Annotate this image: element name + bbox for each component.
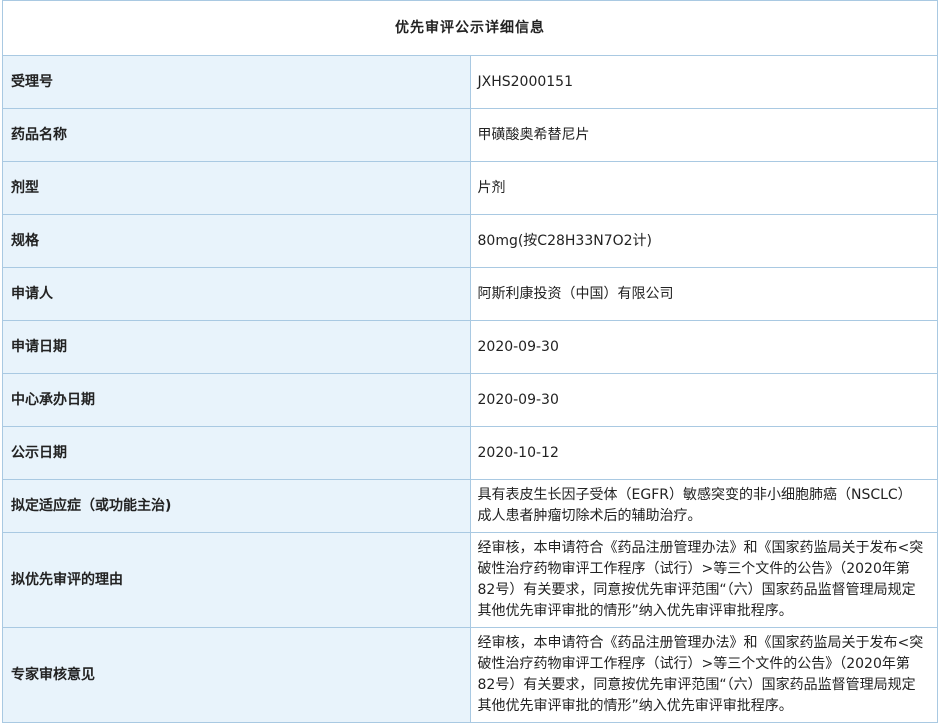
row-label: 拟定适应症（或功能主治) (2, 479, 471, 533)
row-label: 规格 (2, 214, 471, 268)
table-row-priority-reason: 拟优先审评的理由 经审核，本申请符合《药品注册管理办法》和《国家药监局关于发布<… (2, 532, 938, 628)
row-value: 2020-10-12 (469, 426, 938, 480)
row-value: 2020-09-30 (469, 320, 938, 374)
table-row-indication: 拟定适应症（或功能主治) 具有表皮生长因子受体（EGFR）敏感突变的非小细胞肺癌… (2, 479, 938, 533)
row-value: 片剂 (469, 161, 938, 215)
row-value: 阿斯利康投资（中国）有限公司 (469, 267, 938, 321)
table-row-application-date: 申请日期 2020-09-30 (2, 320, 938, 374)
title-row: 优先审评公示详细信息 (2, 0, 938, 56)
row-value: 具有表皮生长因子受体（EGFR）敏感突变的非小细胞肺癌（NSCLC）成人患者肿瘤… (469, 479, 938, 533)
row-value: 80mg(按C28H33N7O2计) (469, 214, 938, 268)
page-title: 优先审评公示详细信息 (2, 0, 938, 56)
detail-table: 优先审评公示详细信息 受理号 JXHS2000151 药品名称 甲磺酸奥希替尼片… (2, 0, 938, 723)
table-row-expert-opinion: 专家审核意见 经审核，本申请符合《药品注册管理办法》和《国家药监局关于发布<突破… (2, 627, 938, 723)
row-label: 申请人 (2, 267, 471, 321)
row-label: 中心承办日期 (2, 373, 471, 427)
table-row-publicity-date: 公示日期 2020-10-12 (2, 426, 938, 480)
table-row-specification: 规格 80mg(按C28H33N7O2计) (2, 214, 938, 268)
table-row-dosage-form: 剂型 片剂 (2, 161, 938, 215)
row-value: 2020-09-30 (469, 373, 938, 427)
table-row-drug-name: 药品名称 甲磺酸奥希替尼片 (2, 108, 938, 162)
row-label: 药品名称 (2, 108, 471, 162)
row-label: 专家审核意见 (2, 627, 471, 723)
row-label: 剂型 (2, 161, 471, 215)
row-label: 公示日期 (2, 426, 471, 480)
row-label: 受理号 (2, 55, 471, 109)
row-value: JXHS2000151 (469, 55, 938, 109)
row-value: 经审核，本申请符合《药品注册管理办法》和《国家药监局关于发布<突破性治疗药物审评… (469, 627, 938, 723)
table-row-center-date: 中心承办日期 2020-09-30 (2, 373, 938, 427)
table-row-applicant: 申请人 阿斯利康投资（中国）有限公司 (2, 267, 938, 321)
row-label: 申请日期 (2, 320, 471, 374)
row-label: 拟优先审评的理由 (2, 532, 471, 628)
row-value: 甲磺酸奥希替尼片 (469, 108, 938, 162)
table-row-acceptance-no: 受理号 JXHS2000151 (2, 55, 938, 109)
row-value: 经审核，本申请符合《药品注册管理办法》和《国家药监局关于发布<突破性治疗药物审评… (469, 532, 938, 628)
